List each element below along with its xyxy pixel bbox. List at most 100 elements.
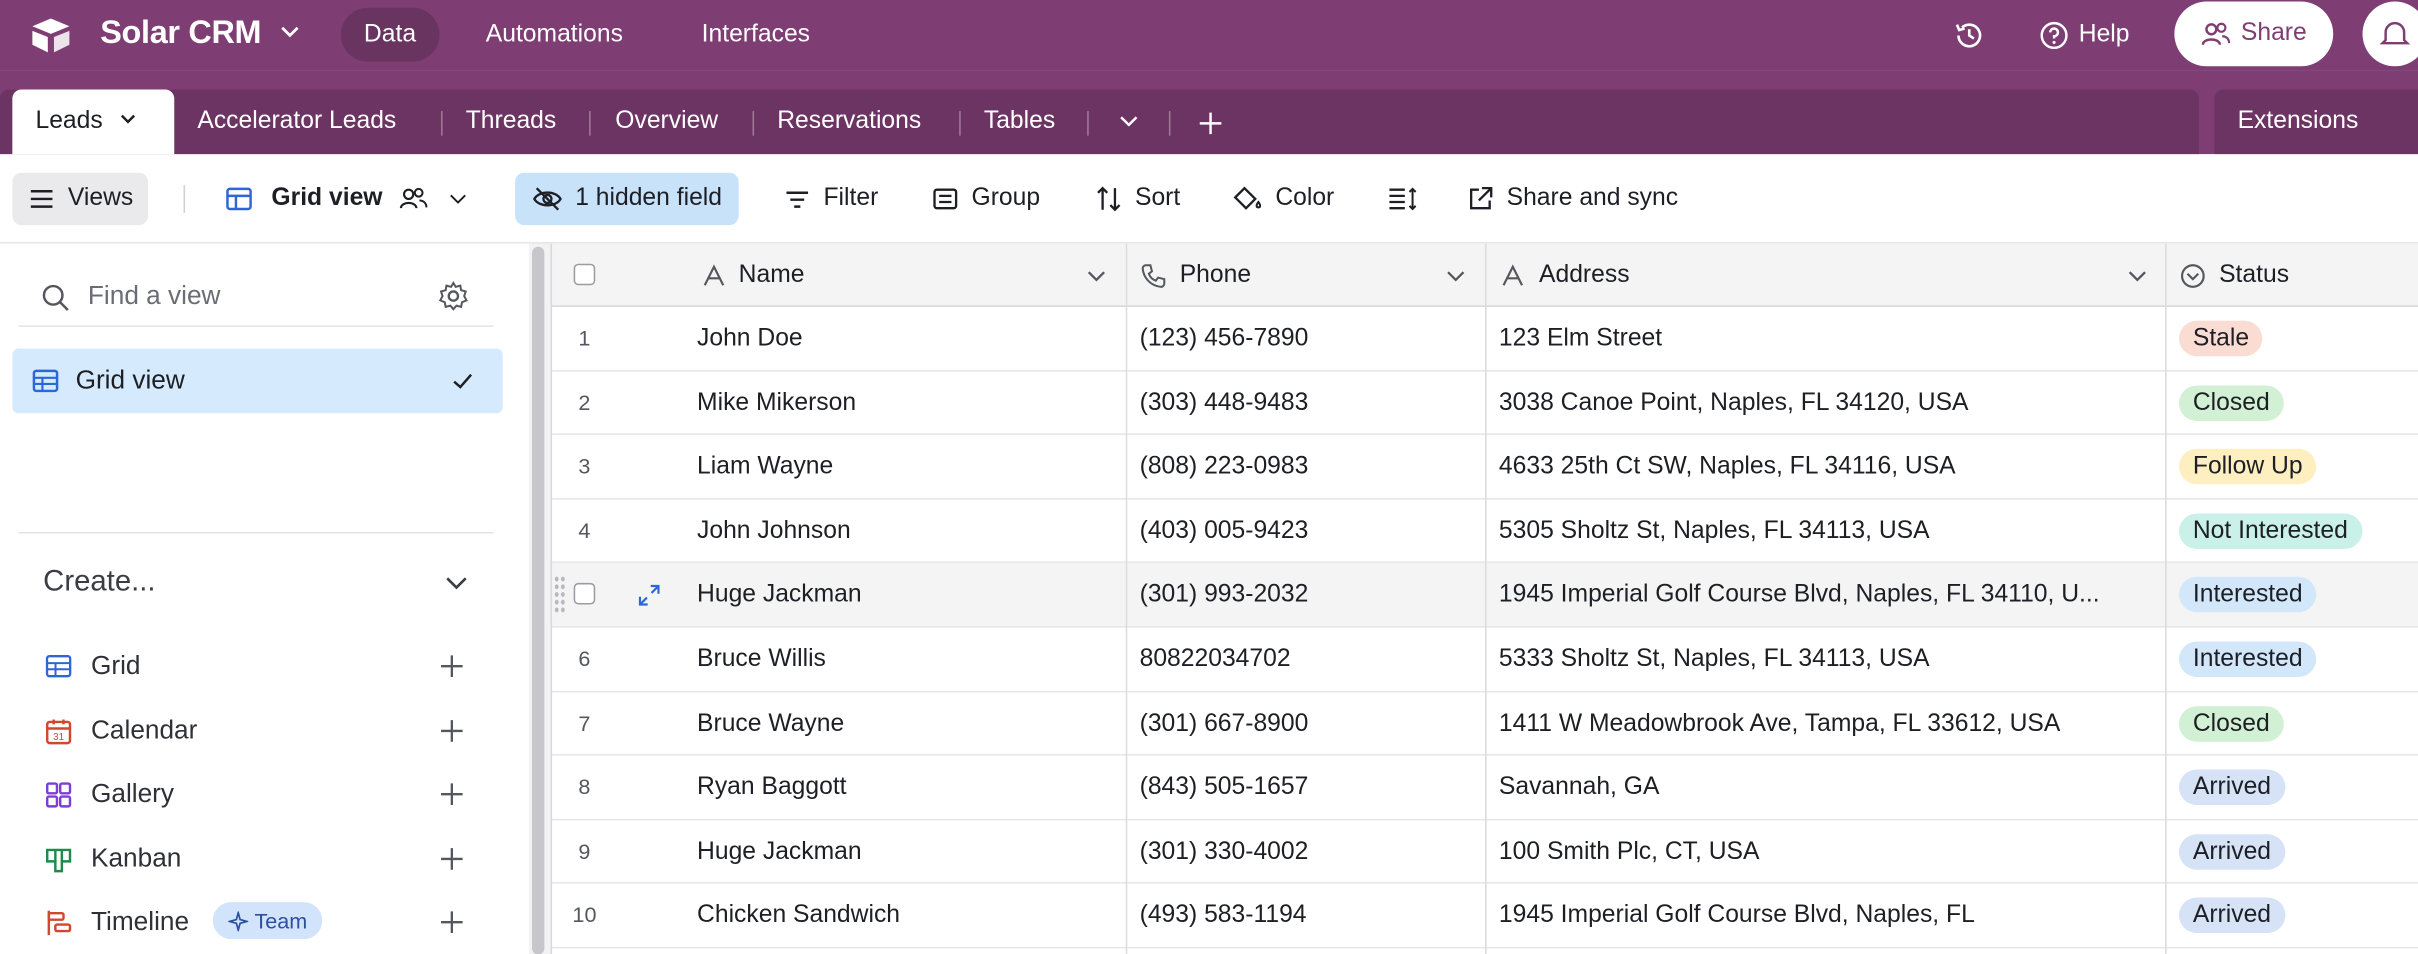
nav-automations[interactable]: Automations [463, 8, 646, 62]
chevron-down-icon[interactable] [1086, 265, 1108, 287]
chevron-down-icon[interactable] [119, 109, 138, 128]
status-badge[interactable]: Closed [2178, 705, 2284, 742]
drag-handle-icon[interactable] [553, 575, 566, 616]
cell-phone[interactable]: (123) 456-7890 [1140, 307, 1479, 370]
status-badge[interactable]: Stale [2178, 320, 2263, 357]
chevron-down-icon[interactable] [1445, 265, 1467, 287]
plus-icon[interactable] [438, 845, 466, 873]
plus-icon[interactable] [438, 717, 466, 745]
cell-address[interactable]: 123 Elm Street [1499, 307, 2154, 370]
cell-phone[interactable]: (493) 583-1194 [1140, 884, 1479, 947]
cell-name[interactable]: John Johnson [697, 499, 1121, 562]
search-input[interactable]: Find a view [88, 281, 221, 312]
app-name[interactable]: Solar CRM [100, 15, 261, 52]
chevron-down-icon[interactable] [2127, 265, 2149, 287]
create-kanban[interactable]: Kanban [43, 836, 490, 882]
history-icon[interactable] [1952, 19, 1986, 53]
status-badge[interactable]: Closed [2178, 384, 2284, 421]
share-button[interactable]: Share [2174, 1, 2334, 67]
sidebar-scrollbar[interactable] [528, 243, 551, 954]
column-divider[interactable] [1125, 243, 1128, 954]
cell-name[interactable]: Huge Jackman [697, 820, 1121, 883]
chevron-down-icon[interactable] [443, 571, 471, 596]
share-sync-button[interactable]: Share and sync [1451, 173, 1693, 225]
color-button[interactable]: Color [1217, 173, 1350, 225]
create-section-title[interactable]: Create... [43, 566, 155, 600]
cell-address[interactable]: 5333 Sholtz St, Naples, FL 34113, USA [1499, 628, 2154, 691]
cell-phone[interactable]: (808) 223-0983 [1140, 435, 1479, 498]
column-header-status[interactable]: Status [2179, 244, 2289, 307]
nav-data[interactable]: Data [340, 7, 440, 62]
add-table-icon[interactable] [1197, 109, 1225, 137]
cell-name[interactable]: Bruce Willis [697, 628, 1121, 691]
scrollbar-thumb[interactable] [532, 246, 545, 954]
chevron-down-icon[interactable] [279, 22, 301, 44]
help-button[interactable]: Help [2039, 8, 2129, 62]
row-checkbox[interactable] [573, 583, 596, 606]
sidebar-item-grid-view[interactable]: Grid view [12, 348, 503, 414]
hide-fields-button[interactable]: 1 hidden field [515, 172, 739, 226]
cell-name[interactable]: Chicken Sandwich [697, 884, 1121, 947]
cell-phone[interactable]: (843) 505-1657 [1140, 756, 1479, 819]
status-badge[interactable]: Arrived [2178, 833, 2285, 870]
find-view-search[interactable]: Find a view [18, 265, 494, 327]
tab-accelerator-leads[interactable]: Accelerator Leads [174, 89, 419, 154]
tab-overview[interactable]: Overview [592, 89, 741, 154]
plus-icon[interactable] [438, 780, 466, 808]
cell-name[interactable]: Mike Mikerson [697, 371, 1121, 434]
cell-address[interactable]: 1411 W Meadowbrook Ave, Tampa, FL 33612,… [1499, 692, 2154, 755]
status-badge[interactable]: Interested [2178, 577, 2317, 613]
create-timeline[interactable]: Timeline Team [43, 899, 490, 945]
tab-leads[interactable]: Leads [12, 89, 175, 155]
cell-phone[interactable]: (303) 448-9483 [1140, 371, 1479, 434]
status-badge[interactable]: Follow Up [2178, 449, 2317, 485]
cell-phone[interactable]: (301) 330-4002 [1140, 820, 1479, 883]
column-header-name[interactable]: Name [697, 244, 804, 307]
more-tables-chevron-icon[interactable] [1116, 111, 1141, 133]
column-header-phone[interactable]: Phone [1140, 244, 1251, 307]
cell-address[interactable]: 100 Smith Plc, CT, USA [1499, 820, 2154, 883]
create-calendar[interactable]: 31 Calendar [43, 708, 490, 754]
cell-name[interactable]: Bruce Wayne [697, 692, 1121, 755]
app-logo-icon[interactable] [28, 15, 74, 55]
column-header-address[interactable]: Address [1499, 244, 1630, 307]
cell-name[interactable]: John Doe [697, 307, 1121, 370]
expand-record-icon[interactable] [635, 582, 663, 610]
status-badge[interactable]: Not Interested [2178, 513, 2362, 549]
cell-name[interactable]: Huge Jackman [697, 563, 1121, 626]
plus-icon[interactable] [438, 908, 466, 936]
filter-button[interactable]: Filter [768, 173, 894, 225]
gear-icon[interactable] [438, 281, 469, 312]
cell-name[interactable]: Ryan Baggott [697, 756, 1121, 819]
row-height-button[interactable] [1372, 173, 1434, 225]
cell-phone[interactable]: (301) 667-8900 [1140, 692, 1479, 755]
create-gallery[interactable]: Gallery [43, 771, 490, 817]
status-badge[interactable]: Interested [2178, 641, 2317, 677]
cell-phone[interactable]: (403) 005-9423 [1140, 499, 1479, 562]
cell-address[interactable]: Savannah, GA [1499, 756, 2154, 819]
group-button[interactable]: Group [916, 173, 1056, 225]
tab-tables[interactable]: Tables [961, 89, 1079, 154]
column-divider[interactable] [1485, 243, 1487, 954]
tab-threads[interactable]: Threads [443, 89, 580, 154]
tab-reservations[interactable]: Reservations [754, 89, 944, 154]
cell-address[interactable]: 1945 Imperial Golf Course Blvd, Naples, … [1499, 563, 2154, 626]
cell-address[interactable]: 4633 25th Ct SW, Naples, FL 34116, USA [1499, 435, 2154, 498]
cell-address[interactable]: 1945 Imperial Golf Course Blvd, Naples, … [1499, 884, 2154, 947]
create-grid[interactable]: Grid [43, 643, 490, 689]
extensions-tab[interactable]: Extensions [2214, 89, 2418, 155]
notifications-button[interactable] [2362, 1, 2418, 67]
status-badge[interactable]: Arrived [2178, 769, 2285, 806]
column-divider[interactable] [2165, 243, 2167, 954]
cell-phone[interactable]: 80822034702 [1140, 628, 1479, 691]
views-toggle-button[interactable]: Views [12, 172, 149, 226]
current-view-button[interactable]: Grid view [210, 173, 485, 225]
cell-name[interactable]: Liam Wayne [697, 435, 1121, 498]
cell-phone[interactable]: (301) 993-2032 [1140, 563, 1479, 626]
sort-button[interactable]: Sort [1079, 173, 1195, 225]
select-all-checkbox[interactable] [573, 263, 596, 286]
cell-address[interactable]: 5305 Sholtz St, Naples, FL 34113, USA [1499, 499, 2154, 562]
nav-interfaces[interactable]: Interfaces [679, 8, 834, 62]
cell-address[interactable]: 3038 Canoe Point, Naples, FL 34120, USA [1499, 371, 2154, 434]
plus-icon[interactable] [438, 652, 466, 680]
